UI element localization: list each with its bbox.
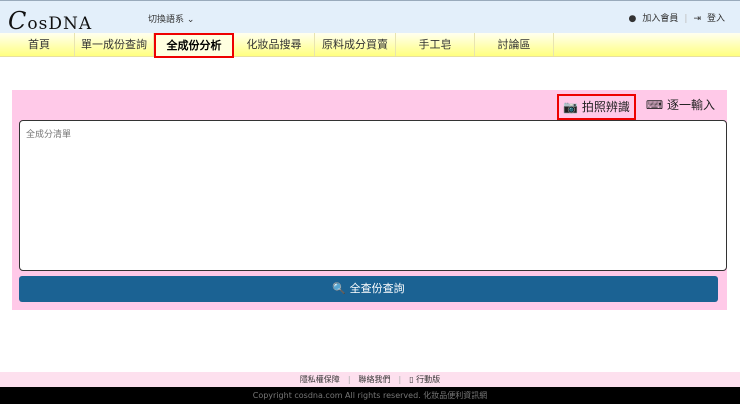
contact-link[interactable]: 聯絡我們 <box>359 375 391 384</box>
mobile-icon: ▯ <box>409 375 414 384</box>
nav-home[interactable]: 首頁 <box>4 33 75 56</box>
header: CosDNA 切換語系 ⌄ ● 加入會員 | ⇥ 登入 <box>0 0 740 35</box>
nav-single-ingredient[interactable]: 單一成份查詢 <box>75 33 154 56</box>
mobile-link[interactable]: 行動版 <box>416 375 440 384</box>
divider: | <box>684 14 688 24</box>
search-icon: 🔍 <box>332 282 347 295</box>
manual-input-tab[interactable]: ⌨ 逐一輸入 <box>642 94 719 116</box>
login-link[interactable]: 登入 <box>707 14 725 24</box>
camera-icon: 📷 <box>563 100 578 114</box>
main-nav: 首頁 單一成份查詢 全成份分析 化妝品搜尋 原料成分買賣 手工皂 討論區 <box>0 33 740 58</box>
search-button[interactable]: 🔍 全查份查詢 <box>19 276 718 302</box>
nav-soap[interactable]: 手工皂 <box>396 33 475 56</box>
privacy-link[interactable]: 隱私權保障 <box>300 375 340 384</box>
nav-full-analysis[interactable]: 全成份分析 <box>154 33 234 58</box>
nav-forum[interactable]: 討論區 <box>475 33 554 56</box>
chevron-down-icon: ⌄ <box>186 15 195 25</box>
keyboard-icon: ⌨ <box>645 98 664 112</box>
ingredient-list-input[interactable] <box>19 120 727 271</box>
join-link[interactable]: 加入會員 <box>642 14 678 24</box>
logo[interactable]: CosDNA <box>8 7 92 35</box>
copyright: Copyright cosdna.com All rights reserved… <box>0 387 740 404</box>
footer-links: 隱私權保障 | 聯絡我們 | ▯ 行動版 <box>0 372 740 387</box>
language-switcher[interactable]: 切換語系 ⌄ <box>148 12 194 25</box>
analysis-panel: 📷 拍照辨識 ⌨ 逐一輸入 🔍 全查份查詢 <box>12 90 727 310</box>
nav-material-trade[interactable]: 原料成分買賣 <box>315 33 396 56</box>
login-icon: ⇥ <box>693 14 701 24</box>
nav-cosmetic-search[interactable]: 化妝品搜尋 <box>234 33 315 56</box>
user-icon: ● <box>628 14 637 24</box>
photo-recognition-tab[interactable]: 📷 拍照辨識 <box>557 94 636 120</box>
